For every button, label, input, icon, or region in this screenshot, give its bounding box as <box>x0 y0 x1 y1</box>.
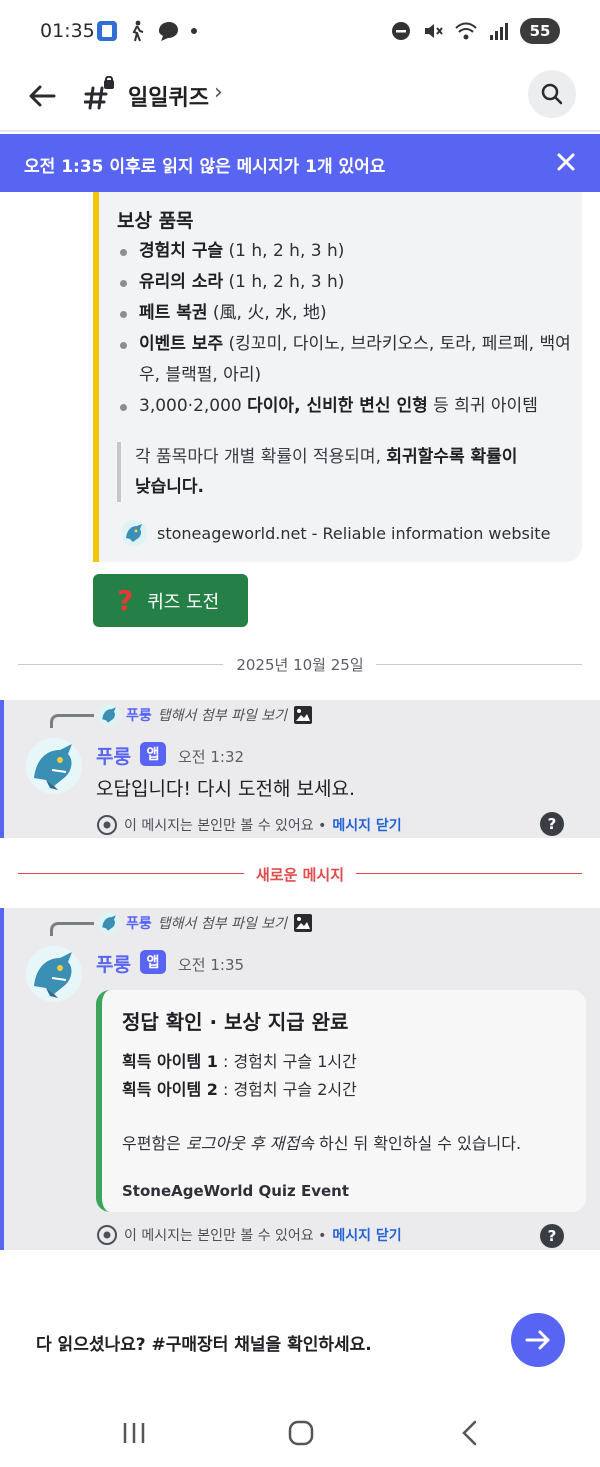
image-icon <box>294 706 313 724</box>
dragon-avatar-icon <box>121 520 147 546</box>
ephemeral-text: 이 메시지는 본인만 볼 수 있어요 • <box>124 1228 327 1244</box>
help-icon[interactable]: ? <box>540 812 564 836</box>
hash-lock-icon <box>84 76 114 110</box>
ephemeral-note: 이 메시지는 본인만 볼 수 있어요 • 메시지 닫기 <box>96 814 402 836</box>
search-icon <box>541 83 563 105</box>
embed-quote: 각 품목마다 개별 확률이 적용되며, 회귀할수록 확률이 낮습니다. <box>117 442 537 502</box>
rewards-embed: 보상 품목 경험치 구슬 (1 h, 2 h, 3 h) 유리의 소라 (1 h… <box>93 192 582 562</box>
reward-list: 경험치 구슬 (1 h, 2 h, 3 h) 유리의 소라 (1 h, 2 h,… <box>117 236 577 422</box>
nav-back-button[interactable] <box>450 1416 490 1450</box>
eye-icon <box>97 815 117 835</box>
home-icon <box>288 1420 314 1446</box>
recents-button[interactable] <box>114 1416 154 1450</box>
dragon-avatar-icon <box>26 738 82 794</box>
dismiss-message-link[interactable]: 메시지 닫기 <box>332 815 401 835</box>
channel-header: 일일퀴즈 › <box>0 64 600 132</box>
system-nav-bar <box>0 1400 600 1467</box>
status-right-icons: 55 <box>390 18 560 44</box>
embed-footer-text: stoneageworld.net - Reliable information… <box>157 523 551 543</box>
embed-note: 우편함은 로그아웃 후 재접속 하신 뒤 확인하실 수 있습니다. <box>122 1134 522 1153</box>
search-button[interactable] <box>528 70 576 118</box>
signal-icon <box>490 23 508 40</box>
jump-button[interactable] <box>511 1313 565 1367</box>
reply-connector <box>50 714 94 728</box>
app-badge: 앱 <box>140 950 166 974</box>
avatar[interactable] <box>26 946 82 1002</box>
reward-confirmation-embed: 정답 확인 · 보상 지급 완료 획득 아이템 1 : 경험치 구슬 1시간 획… <box>96 990 586 1212</box>
reply-text: 탭해서 첨부 파일 보기 <box>157 916 288 932</box>
dot-icon <box>191 28 197 34</box>
embed-field-title: 보상 품목 <box>117 210 194 232</box>
status-bar: 01:35 55 <box>0 0 600 64</box>
dragon-avatar-icon <box>98 912 120 934</box>
embed-title: 정답 확인 · 보상 지급 완료 <box>122 1010 349 1034</box>
list-item: 유리의 소라 (1 h, 2 h, 3 h) <box>117 267 577 298</box>
reply-preview[interactable]: 푸룽 탭해서 첨부 파일 보기 <box>98 704 313 726</box>
recents-icon <box>123 1423 145 1443</box>
back-arrow-icon[interactable] <box>24 78 60 114</box>
do-not-disturb-icon <box>392 22 410 40</box>
unread-banner-text: 오전 1:35 이후로 읽지 않은 메시지가 1개 있어요 <box>24 157 386 177</box>
app-badge: 앱 <box>140 742 166 766</box>
mute-icon <box>425 24 443 38</box>
list-item: 페트 복권 (風, 火, 水, 地) <box>117 298 577 329</box>
quiz-button-label: 퀴즈 도전 <box>147 591 220 613</box>
message-1[interactable]: 푸룽 탭해서 첨부 파일 보기 푸룽 앱 오전 1:32 오답입니다! 다시 도… <box>0 700 600 838</box>
send-arrow-icon <box>525 1330 550 1350</box>
new-messages-text: 새로운 메시지 <box>255 866 345 884</box>
embed-item-2: 획득 아이템 2 : 경험치 구슬 2시간 <box>122 1080 357 1099</box>
embed-item-1: 획득 아이템 1 : 경험치 구슬 1시간 <box>122 1052 357 1071</box>
avatar[interactable] <box>26 738 82 794</box>
battery-indicator: 55 <box>520 18 560 44</box>
back-nav-icon <box>462 1420 477 1446</box>
dragon-avatar-icon <box>98 704 120 726</box>
embed-footer: StoneAgeWorld Quiz Event <box>122 1182 350 1200</box>
help-icon[interactable]: ? <box>540 1224 564 1248</box>
list-item: 이벤트 보주 (킹꼬미, 다이노, 브라키오스, 토라, 페르페, 백여우, 블… <box>117 329 577 391</box>
message-author[interactable]: 푸룽 <box>96 950 131 977</box>
channel-name[interactable]: 일일퀴즈 <box>128 80 209 112</box>
notification-app-icon <box>97 21 117 41</box>
eye-icon <box>97 1225 117 1245</box>
messenger-icon <box>159 22 178 41</box>
dragon-avatar-icon <box>26 946 82 1002</box>
message-text: 오답입니다! 다시 도전해 보세요. <box>96 778 356 800</box>
reply-author: 푸룽 <box>126 916 152 932</box>
quiz-challenge-button[interactable]: ? 퀴즈 도전 <box>93 574 248 627</box>
ephemeral-text: 이 메시지는 본인만 볼 수 있어요 • <box>124 818 327 834</box>
status-time: 01:35 <box>40 20 95 42</box>
message-time: 오전 1:35 <box>178 956 245 974</box>
image-icon <box>294 914 313 932</box>
embed-footer: stoneageworld.net - Reliable information… <box>121 520 550 546</box>
reply-text: 탭해서 첨부 파일 보기 <box>157 708 288 724</box>
message-2[interactable]: 푸룽 탭해서 첨부 파일 보기 푸룽 앱 오전 1:35 정답 확인 · 보상 … <box>0 908 600 1250</box>
read-all-prompt[interactable]: 다 읽으셨나요? #구매장터 채널을 확인하세요. <box>36 1330 372 1355</box>
new-messages-divider: 새로운 메시지 <box>18 862 582 886</box>
wifi-icon <box>455 22 477 40</box>
date-divider-text: 2025년 10월 25일 <box>224 656 376 674</box>
close-icon[interactable] <box>552 148 580 176</box>
list-item: 경험치 구슬 (1 h, 2 h, 3 h) <box>117 236 577 267</box>
reply-author: 푸룽 <box>126 708 152 724</box>
list-item: 3,000·2,000 다이아, 신비한 변신 인형 등 희귀 아이템 <box>117 391 577 422</box>
ephemeral-note: 이 메시지는 본인만 볼 수 있어요 • 메시지 닫기 <box>96 1224 402 1246</box>
message-time: 오전 1:32 <box>178 748 245 766</box>
status-left-icons <box>96 20 198 42</box>
chevron-right-icon[interactable]: › <box>214 80 223 105</box>
walking-icon <box>132 20 144 42</box>
unread-banner[interactable]: 오전 1:35 이후로 읽지 않은 메시지가 1개 있어요 <box>0 134 600 192</box>
date-divider: 2025년 10월 25일 <box>18 652 582 676</box>
message-author[interactable]: 푸룽 <box>96 742 131 769</box>
reply-connector <box>50 922 94 936</box>
home-button[interactable] <box>281 1416 321 1450</box>
reply-preview[interactable]: 푸룽 탭해서 첨부 파일 보기 <box>98 912 313 934</box>
question-mark-icon: ? <box>117 584 134 617</box>
dismiss-message-link[interactable]: 메시지 닫기 <box>332 1225 401 1245</box>
